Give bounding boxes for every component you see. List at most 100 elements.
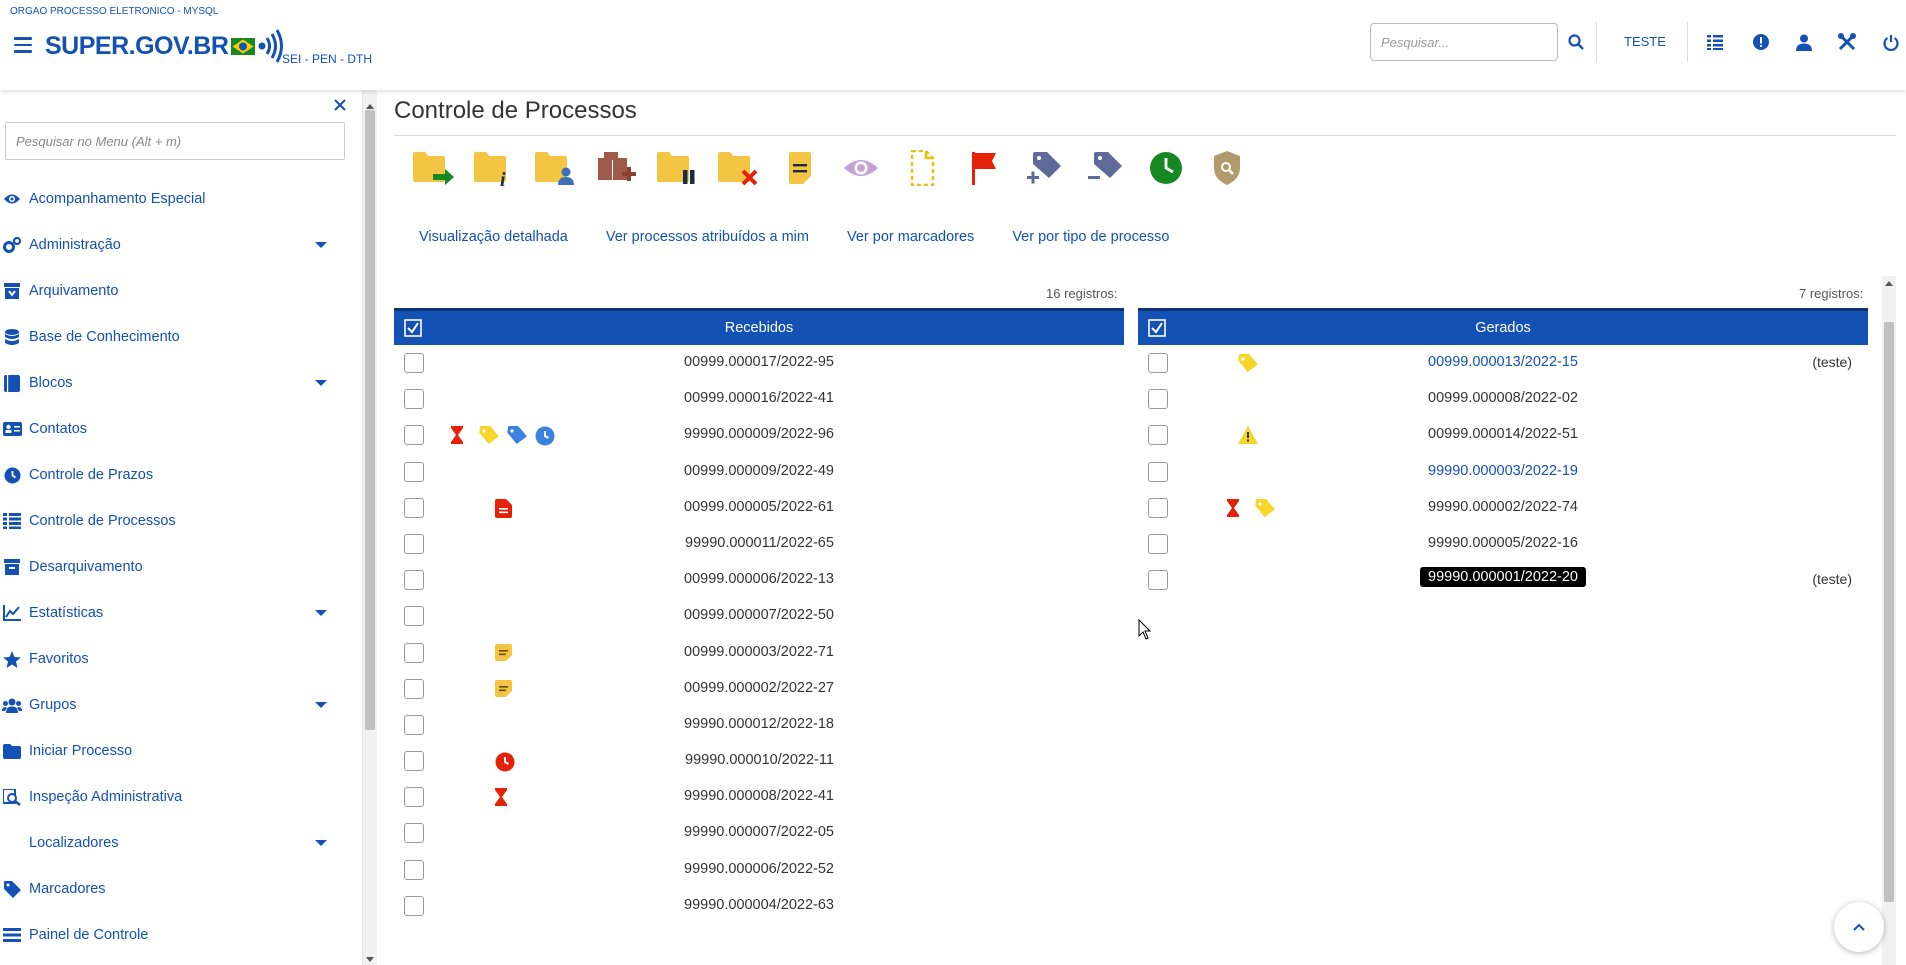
row-checkbox[interactable] <box>404 353 424 373</box>
grid-icon[interactable] <box>1703 30 1727 54</box>
process-number-link[interactable]: 99990.000008/2022-41 <box>684 788 834 804</box>
row-checkbox[interactable] <box>1148 461 1168 482</box>
pause-process-icon[interactable] <box>647 145 708 191</box>
alert-icon[interactable] <box>1749 30 1773 54</box>
deadline-icon[interactable] <box>1135 145 1196 191</box>
send-process-icon[interactable] <box>403 145 464 191</box>
row-checkbox[interactable] <box>404 425 424 446</box>
process-number-link[interactable]: 00999.000016/2022-41 <box>684 390 834 406</box>
row-checkbox[interactable] <box>404 389 424 410</box>
user-icon[interactable] <box>1792 30 1816 54</box>
row-checkbox[interactable] <box>404 497 424 518</box>
view-detailed-link[interactable]: Visualização detalhada <box>419 229 568 245</box>
sidebar-item-base-de-conhecimento[interactable]: Base de Conhecimento <box>0 314 345 360</box>
document-red-icon[interactable] <box>495 498 515 519</box>
sidebar-item-blocos[interactable]: Blocos <box>0 360 345 406</box>
sidebar-item-desarquivamento[interactable]: Desarquivamento <box>0 544 345 590</box>
sidebar-item-marcadores[interactable]: Marcadores <box>0 866 345 912</box>
view-by-markers-link[interactable]: Ver por marcadores <box>847 229 974 245</box>
row-checkbox[interactable] <box>1148 497 1168 518</box>
sidebar-item-controle-de-prazos[interactable]: Controle de Prazos <box>0 452 345 498</box>
sidebar-item-administracao[interactable]: Administração <box>0 222 345 268</box>
sidebar-item-acompanhamento-especial[interactable]: Acompanhamento Especial <box>0 176 345 222</box>
caret-down-icon[interactable] <box>315 702 327 708</box>
process-number-link[interactable]: 99990.000009/2022-96 <box>684 426 834 442</box>
hourglass-icon[interactable] <box>1227 498 1247 519</box>
assign-process-icon[interactable] <box>525 145 586 191</box>
tag-yellow-icon[interactable] <box>479 425 499 446</box>
clock-red-icon[interactable] <box>495 752 515 772</box>
row-checkbox[interactable] <box>1148 425 1168 446</box>
search-input[interactable] <box>1370 23 1558 61</box>
process-number-link[interactable]: 99990.000003/2022-19 <box>1428 463 1578 479</box>
sidebar-item-contatos[interactable]: Contatos <box>0 406 345 452</box>
sidebar-item-estatisticas[interactable]: Estatísticas <box>0 590 345 636</box>
remove-marker-icon[interactable] <box>1074 145 1135 191</box>
process-number-link[interactable]: 00999.000017/2022-95 <box>684 354 834 370</box>
process-number-link[interactable]: 99990.000007/2022-05 <box>684 824 834 840</box>
follow-icon[interactable] <box>830 145 891 191</box>
process-number-link[interactable]: 00999.000006/2022-13 <box>684 571 834 587</box>
row-checkbox[interactable] <box>404 533 424 554</box>
tag-yellow-icon[interactable] <box>1238 352 1258 374</box>
row-checkbox[interactable] <box>404 461 424 482</box>
sidebar-item-arquivamento[interactable]: Arquivamento <box>0 268 345 314</box>
process-number-link[interactable]: 00999.000005/2022-61 <box>684 499 834 515</box>
row-checkbox[interactable] <box>404 678 424 699</box>
tools-icon[interactable] <box>1835 30 1859 54</box>
scroll-down-arrow-icon[interactable] <box>366 957 374 962</box>
close-icon[interactable] <box>333 98 347 112</box>
process-number-link[interactable]: 99990.000004/2022-63 <box>684 897 834 913</box>
main-scrollbar-thumb[interactable] <box>1884 322 1894 902</box>
scroll-up-arrow-icon[interactable] <box>1885 281 1893 286</box>
tag-blue-icon[interactable] <box>507 425 527 446</box>
process-info-icon[interactable]: i <box>464 145 525 191</box>
process-number-link[interactable]: 00999.000002/2022-27 <box>684 680 834 696</box>
caret-down-icon[interactable] <box>315 380 327 386</box>
sidebar-item-iniciar-processo[interactable]: Iniciar Processo <box>0 728 345 774</box>
process-number-link[interactable]: 00999.000008/2022-02 <box>1428 390 1578 406</box>
sidebar-item-favoritos[interactable]: Favoritos <box>0 636 345 682</box>
note-icon[interactable] <box>495 679 515 700</box>
sidebar-item-localizadores[interactable]: Localizadores <box>0 820 345 866</box>
row-checkbox[interactable] <box>404 570 424 591</box>
row-checkbox[interactable] <box>404 859 424 880</box>
power-icon[interactable] <box>1879 30 1903 54</box>
row-checkbox[interactable] <box>1148 570 1168 591</box>
view-by-type-link[interactable]: Ver por tipo de processo <box>1012 229 1169 245</box>
row-checkbox[interactable] <box>1148 389 1168 410</box>
row-checkbox[interactable] <box>404 787 424 808</box>
search-icon[interactable] <box>1564 30 1588 54</box>
process-number-link[interactable]: 00999.000007/2022-50 <box>684 607 834 623</box>
row-checkbox[interactable] <box>404 606 424 627</box>
unit-selector[interactable]: TESTE <box>1624 34 1666 49</box>
process-number-link[interactable]: 00999.000013/2022-15 <box>1428 354 1578 370</box>
restricted-icon[interactable] <box>1196 145 1257 191</box>
tag-yellow-icon[interactable] <box>1255 497 1275 519</box>
sidebar-item-painel-de-controle[interactable]: Painel de Controle <box>0 912 345 958</box>
sidebar-scrollbar-thumb[interactable] <box>365 110 375 730</box>
process-number-link[interactable]: 00999.000009/2022-49 <box>684 463 834 479</box>
hourglass-icon[interactable] <box>451 426 471 446</box>
conclude-process-icon[interactable] <box>708 145 769 191</box>
sidebar-item-grupos[interactable]: Grupos <box>0 682 345 728</box>
back-to-top-button[interactable] <box>1834 902 1884 952</box>
clock-blue-icon[interactable] <box>535 426 555 446</box>
process-number-link[interactable]: 99990.000011/2022-65 <box>685 535 834 551</box>
view-assigned-link[interactable]: Ver processos atribuídos a mim <box>606 229 809 245</box>
hourglass-icon[interactable] <box>495 788 515 808</box>
note-icon[interactable] <box>495 643 515 664</box>
add-marker-icon[interactable] <box>1013 145 1074 191</box>
warning-icon[interactable] <box>1238 426 1258 446</box>
flag-icon[interactable] <box>952 145 1013 191</box>
hamburger-icon[interactable] <box>14 37 32 53</box>
row-checkbox[interactable] <box>404 714 424 735</box>
new-document-icon[interactable] <box>891 145 952 191</box>
process-number-link[interactable]: 99990.000006/2022-52 <box>684 861 834 877</box>
menu-search-input[interactable] <box>5 122 345 160</box>
process-number-link[interactable]: 99990.000002/2022-74 <box>1428 499 1578 515</box>
annotation-icon[interactable] <box>769 145 830 191</box>
row-checkbox[interactable] <box>404 642 424 663</box>
sidebar-item-controle-de-processos[interactable]: Controle de Processos <box>0 498 345 544</box>
caret-down-icon[interactable] <box>315 840 327 846</box>
